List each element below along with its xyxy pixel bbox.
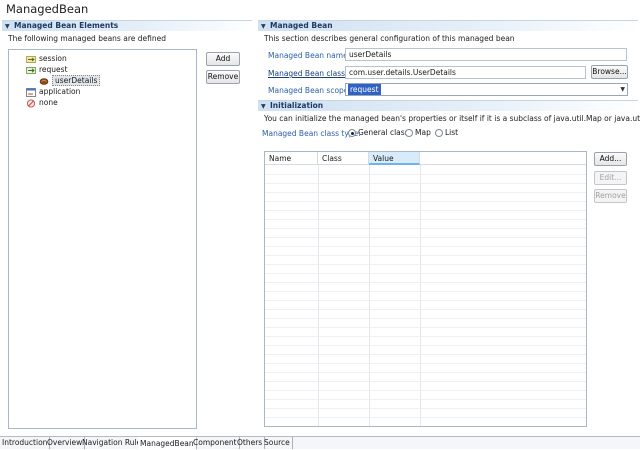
table-row-line bbox=[265, 354, 586, 355]
tab-introduction[interactable]: Introduction bbox=[0, 437, 51, 449]
tree-item-request[interactable]: request bbox=[26, 65, 68, 75]
table-row-line bbox=[265, 318, 586, 319]
section-title: Managed Bean Elements bbox=[14, 21, 119, 30]
section-title: Initialization bbox=[270, 101, 324, 110]
session-scope-icon bbox=[26, 55, 36, 63]
radio-map[interactable]: Map bbox=[405, 128, 431, 137]
remove-bean-button[interactable]: Remove bbox=[206, 70, 240, 84]
table-row-line bbox=[265, 246, 586, 247]
table-row-line bbox=[265, 336, 586, 337]
column-header-name[interactable]: Name bbox=[265, 152, 318, 165]
radio-list[interactable]: List bbox=[435, 128, 458, 137]
column-divider bbox=[318, 165, 319, 426]
none-scope-icon bbox=[27, 99, 35, 107]
table-row-line bbox=[265, 264, 586, 265]
tree-item-userdetails[interactable]: userDetails bbox=[39, 75, 101, 86]
tree-item-none[interactable]: none bbox=[26, 98, 58, 108]
managed-bean-elements-header[interactable]: ▼ Managed Bean Elements bbox=[2, 20, 252, 31]
tree-item-application[interactable]: application bbox=[26, 87, 80, 97]
collapse-twisty-icon[interactable]: ▼ bbox=[5, 22, 11, 32]
scope-selected-value: request bbox=[348, 84, 381, 95]
managed-bean-header[interactable]: ▼ Managed Bean bbox=[258, 20, 638, 31]
bean-scope-select[interactable]: request ▼ bbox=[345, 83, 628, 96]
collapse-twisty-icon[interactable]: ▼ bbox=[261, 102, 267, 112]
table-row-line bbox=[265, 417, 586, 418]
editor-tabs: Introduction Overview Navigation Rule Ma… bbox=[0, 436, 640, 449]
class-type-label: Managed Bean class type: bbox=[262, 129, 361, 138]
table-row-line bbox=[265, 309, 586, 310]
edit-property-button[interactable]: Edit... bbox=[594, 171, 627, 185]
add-bean-button[interactable]: Add bbox=[206, 52, 240, 66]
table-row-line bbox=[265, 291, 586, 292]
section-description: You can initialize the managed bean's pr… bbox=[264, 114, 640, 123]
radio-general-class[interactable]: General class bbox=[348, 128, 409, 137]
table-row-line bbox=[265, 345, 586, 346]
table-row-line bbox=[265, 201, 586, 202]
tab-managedbean[interactable]: ManagedBean bbox=[138, 437, 197, 449]
table-row-line bbox=[265, 372, 586, 373]
table-row-line bbox=[265, 192, 586, 193]
table-row-line bbox=[265, 183, 586, 184]
table-row-line bbox=[265, 282, 586, 283]
dropdown-arrow-icon[interactable]: ▼ bbox=[620, 84, 625, 95]
radio-unselected-icon[interactable] bbox=[405, 129, 413, 137]
tab-source[interactable]: Source bbox=[262, 437, 293, 449]
table-header: Name Class Value bbox=[265, 152, 586, 165]
bean-scope-label: Managed Bean scope*: bbox=[268, 86, 355, 95]
table-row-line bbox=[265, 426, 586, 427]
table-row-line bbox=[265, 408, 586, 409]
tab-others[interactable]: Others bbox=[235, 437, 266, 449]
section-description: The following managed beans are defined bbox=[8, 34, 166, 43]
table-row-line bbox=[265, 210, 586, 211]
radio-unselected-icon[interactable] bbox=[435, 129, 443, 137]
section-description: This section describes general configura… bbox=[264, 34, 515, 43]
table-row-line bbox=[265, 327, 586, 328]
table-row-line bbox=[265, 255, 586, 256]
bean-class-link[interactable]: Managed Bean class*: bbox=[268, 69, 351, 78]
properties-table[interactable]: Name Class Value bbox=[264, 151, 587, 427]
radio-selected-icon[interactable] bbox=[348, 129, 356, 137]
add-property-button[interactable]: Add... bbox=[594, 152, 627, 166]
table-row-line bbox=[265, 363, 586, 364]
table-row-line bbox=[265, 381, 586, 382]
column-header-class[interactable]: Class bbox=[318, 152, 369, 165]
initialization-header[interactable]: ▼ Initialization bbox=[258, 100, 638, 111]
tab-component[interactable]: Component bbox=[191, 437, 240, 449]
application-scope-icon bbox=[26, 87, 36, 97]
section-title: Managed Bean bbox=[270, 21, 333, 30]
table-row-line bbox=[265, 273, 586, 274]
table-row-line bbox=[265, 300, 586, 301]
editor-title: ManagedBean bbox=[6, 2, 89, 16]
table-row-line bbox=[265, 219, 586, 220]
collapse-twisty-icon[interactable]: ▼ bbox=[261, 22, 267, 32]
bean-name-input[interactable]: userDetails bbox=[345, 48, 627, 61]
table-row-line bbox=[265, 228, 586, 229]
column-header-value[interactable]: Value bbox=[369, 152, 420, 165]
managed-bean-tree[interactable]: session request userDetails application … bbox=[8, 49, 197, 429]
table-row-line bbox=[265, 399, 586, 400]
table-row-line bbox=[265, 390, 586, 391]
bean-class-input[interactable]: com.user.details.UserDetails bbox=[345, 66, 586, 79]
column-divider bbox=[420, 165, 421, 426]
request-scope-icon bbox=[26, 66, 36, 74]
browse-button[interactable]: Browse... bbox=[591, 65, 628, 79]
bean-name-label: Managed Bean name*: bbox=[268, 51, 354, 60]
table-row-line bbox=[265, 174, 586, 175]
bean-icon bbox=[39, 77, 49, 85]
column-divider bbox=[369, 165, 370, 426]
remove-property-button[interactable]: Remove bbox=[594, 189, 627, 203]
tree-item-session[interactable]: session bbox=[26, 54, 67, 64]
table-row-line bbox=[265, 237, 586, 238]
tab-navigation-rule[interactable]: Navigation Rule bbox=[80, 437, 145, 449]
